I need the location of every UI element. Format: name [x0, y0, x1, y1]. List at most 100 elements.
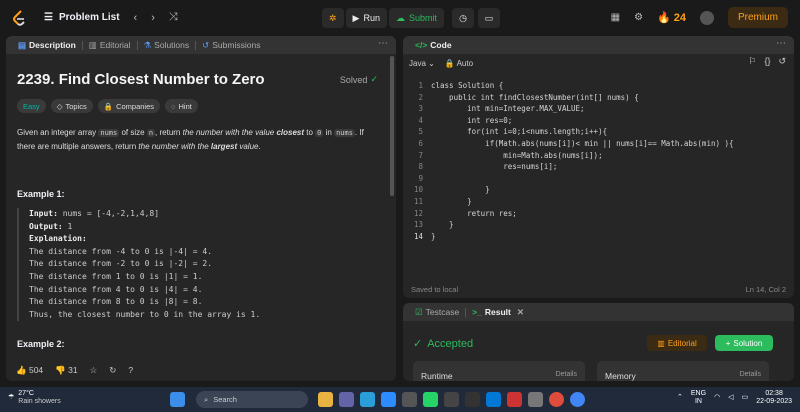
line-number: 4 — [418, 115, 423, 125]
companies-tag[interactable]: 🔒 Companies — [97, 99, 161, 113]
notes-button[interactable]: ▭ — [478, 8, 500, 28]
braces-icon[interactable]: {} — [764, 56, 770, 67]
tab-editorial[interactable]: ▥ Editorial — [83, 40, 137, 51]
code-text: public int findClosestNumber(int[] nums)… — [431, 92, 639, 102]
prev-problem-icon[interactable]: ‹ — [134, 12, 138, 24]
code-line[interactable]: 14} — [403, 231, 794, 243]
teams-icon[interactable] — [339, 392, 354, 407]
help-icon[interactable]: ? — [128, 365, 133, 375]
result-tabs: ☑ Testcase >_ Result ✕ — [403, 303, 794, 321]
chevron-up-icon[interactable]: ⌃ — [677, 394, 683, 402]
layout-icon[interactable]: ▦ — [611, 12, 620, 23]
language-indicator[interactable]: ENG IN — [691, 390, 706, 406]
edge-icon[interactable] — [360, 392, 375, 407]
refresh-icon[interactable]: ↻ — [109, 365, 116, 376]
taskbar-search[interactable]: ⌕ Search — [196, 391, 308, 408]
auto-toggle[interactable]: 🔒 Auto — [445, 59, 473, 68]
explanation-line: The distance from -2 to 0 is |-2| = 2. — [29, 259, 213, 269]
dislike-button[interactable]: 👎 31 — [55, 365, 77, 376]
problem-title: 2239. Find Closest Number to Zero — [17, 71, 265, 88]
submit-button[interactable]: ☁ Submit — [388, 8, 444, 28]
language-select[interactable]: Java ⌄ — [409, 59, 435, 68]
code-editor[interactable]: 1 class Solution {2 public int findCloses… — [403, 80, 794, 242]
check-circle-icon: ✓ — [370, 74, 378, 84]
problem-list-button[interactable]: ☰ Problem List — [44, 12, 120, 23]
timer-button[interactable]: ◷ — [452, 8, 474, 28]
file-explorer-icon[interactable] — [318, 392, 333, 407]
star-icon[interactable]: ☆ — [90, 365, 98, 376]
check-circle-icon: ✓ — [413, 338, 423, 350]
tab-code[interactable]: </> Code — [409, 40, 458, 50]
more-icon[interactable]: ⋯ — [378, 38, 388, 49]
avatar[interactable] — [699, 10, 714, 25]
example-1-box: Input: nums = [-4,-2,1,4,8] Output: 1 Ex… — [17, 208, 377, 322]
streak-counter[interactable]: 🔥 24 — [657, 11, 686, 25]
tab-testcase[interactable]: ☑ Testcase — [409, 307, 465, 318]
gear-icon[interactable]: ⚙ — [634, 12, 643, 23]
taskbar-apps — [170, 392, 185, 407]
media-icon[interactable] — [444, 392, 459, 407]
explanation-line: The distance from 8 to 0 is |8| = 8. — [29, 297, 203, 307]
code-line[interactable]: 3 int min=Integer.MAX_VALUE; — [403, 103, 794, 115]
wifi-icon[interactable]: ◠ — [714, 394, 720, 402]
premium-button[interactable]: Premium — [727, 7, 788, 28]
vscode-icon[interactable] — [486, 392, 501, 407]
line-number: 6 — [418, 138, 423, 148]
code-line[interactable]: 13 } — [403, 219, 794, 231]
tab-submissions[interactable]: ↺ Submissions — [196, 40, 266, 51]
editorial-button[interactable]: ▥ Editorial — [647, 335, 707, 351]
more-icon[interactable]: ⋯ — [776, 38, 786, 49]
volume-icon[interactable]: ◁ — [728, 394, 733, 402]
code-line[interactable]: 2 public int findClosestNumber(int[] num… — [403, 92, 794, 104]
history-icon: ↺ — [202, 39, 210, 50]
explanation-line: Thus, the closest number to 0 in the arr… — [29, 309, 261, 319]
book-icon: ▥ — [88, 39, 97, 50]
reset-icon[interactable]: ↺ — [778, 56, 786, 67]
code-line[interactable]: 12 return res; — [403, 208, 794, 220]
leetcode-logo[interactable] — [10, 9, 28, 27]
tag-row: Easy ◇ Topics 🔒 Companies ◌ Hint — [17, 99, 198, 113]
lock-icon: 🔒 — [103, 101, 114, 111]
memory-card[interactable]: Memory Details — [597, 361, 769, 381]
battery-icon[interactable]: ▭ — [742, 394, 749, 402]
code-line[interactable]: 7 min=Math.abs(nums[i]); — [403, 150, 794, 162]
scrollbar[interactable] — [390, 56, 394, 196]
solution-button[interactable]: + Solution — [715, 335, 773, 351]
shuffle-icon[interactable]: ⤨ — [169, 11, 178, 24]
topics-tag[interactable]: ◇ Topics — [50, 99, 93, 113]
example-1-title: Example 1: — [17, 189, 65, 199]
zoom-icon[interactable] — [381, 392, 396, 407]
code-line[interactable]: 8 res=nums[i]; — [403, 161, 794, 173]
store-icon[interactable] — [402, 392, 417, 407]
weather-widget[interactable]: ☂ 27°C Rain showers — [8, 390, 61, 406]
code-line[interactable]: 5 for(int i=0;i<nums.length;i++){ — [403, 126, 794, 138]
debug-button[interactable]: ✲ — [322, 8, 344, 28]
chrome-icon[interactable] — [549, 392, 564, 407]
code-line[interactable]: 10 } — [403, 184, 794, 196]
code-line[interactable]: 4 int res=0; — [403, 115, 794, 127]
like-button[interactable]: 👍 504 — [16, 365, 43, 376]
result-panel: ☑ Testcase >_ Result ✕ ✓ Accepted ▥ Editoria… — [403, 303, 794, 381]
whatsapp-icon[interactable] — [423, 392, 438, 407]
windows-start-icon[interactable] — [170, 392, 185, 407]
tab-description[interactable]: ▤ Description — [12, 40, 82, 51]
intellij-icon[interactable] — [507, 392, 522, 407]
tab-solutions[interactable]: ⚗ Solutions — [138, 40, 196, 51]
bookmark-icon[interactable]: ⚐ — [748, 56, 756, 67]
code-line[interactable]: 9 — [403, 173, 794, 185]
run-button[interactable]: ▶ Run — [345, 8, 387, 28]
tab-result[interactable]: >_ Result ✕ — [466, 307, 530, 318]
code-line[interactable]: 11 } — [403, 196, 794, 208]
code-line[interactable]: 6 if(Math.abs(nums[i])< min || nums[i]==… — [403, 138, 794, 150]
next-problem-icon[interactable]: › — [151, 12, 155, 24]
terminal-icon[interactable] — [465, 392, 480, 407]
pinned-apps — [318, 392, 585, 407]
explanation-line: The distance from -4 to 0 is |-4| = 4. — [29, 246, 213, 256]
clock[interactable]: 02:38 22-09-2023 — [756, 390, 792, 406]
runtime-card[interactable]: Runtime Details — [413, 361, 585, 381]
close-icon[interactable]: ✕ — [517, 307, 524, 318]
code-line[interactable]: 1 class Solution { — [403, 80, 794, 92]
hint-tag[interactable]: ◌ Hint — [165, 99, 198, 113]
notepad-icon[interactable] — [528, 392, 543, 407]
chrome-icon[interactable] — [570, 392, 585, 407]
